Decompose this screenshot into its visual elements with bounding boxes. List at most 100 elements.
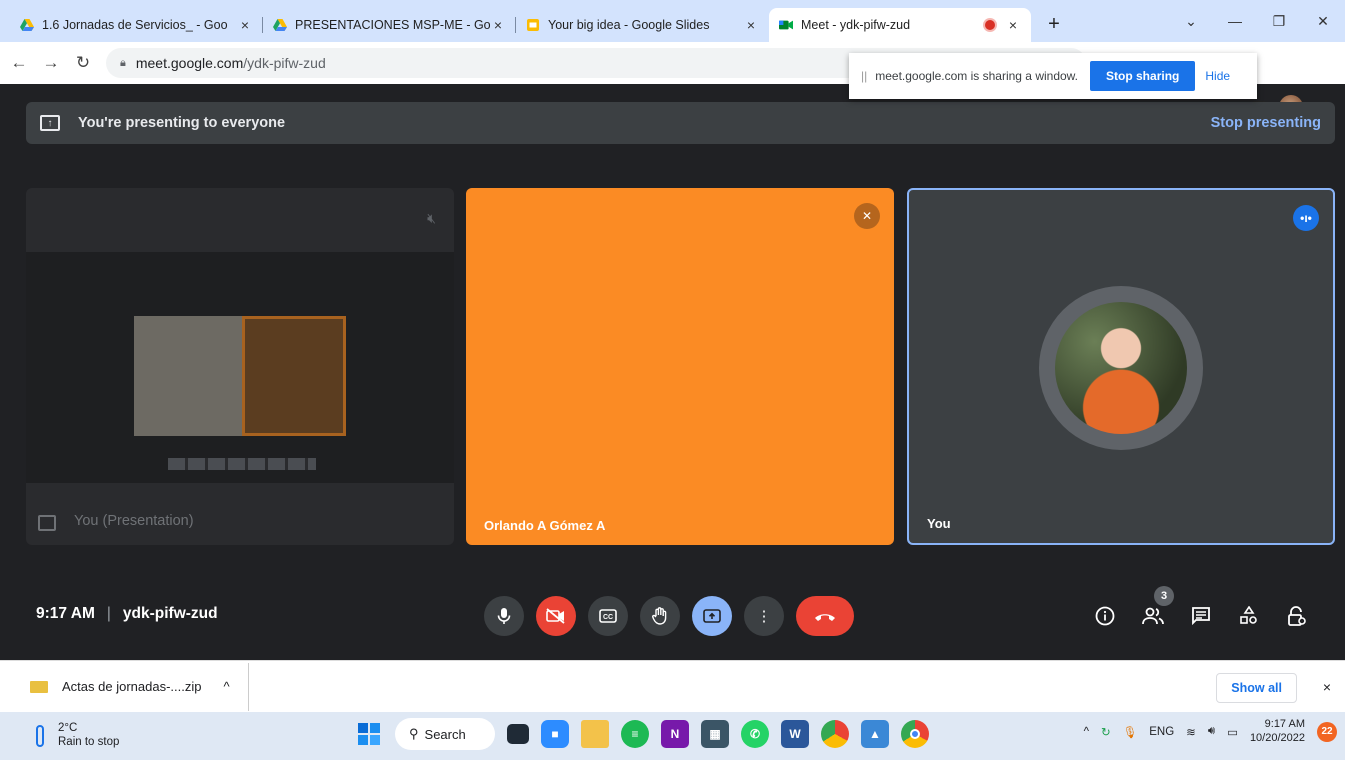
thermometer-icon — [36, 725, 44, 747]
meeting-info: 9:17 AM | ydk-pifw-zud — [36, 605, 218, 623]
spotify-icon[interactable]: ≡ — [621, 720, 649, 748]
downloads-bar: Actas de jornadas-....zip ^ Show all × — [0, 660, 1345, 712]
weather-widget[interactable]: 2°C Rain to stop — [36, 722, 119, 750]
tab-big-idea[interactable]: Your big idea - Google Slides × — [516, 8, 769, 42]
close-tab-icon[interactable]: × — [237, 17, 253, 33]
close-tab-icon[interactable]: × — [743, 17, 759, 33]
google-drive-icon — [273, 18, 287, 32]
battery-icon[interactable]: ▭ — [1227, 725, 1238, 739]
presentation-tile[interactable]: 🔇︎ You (Presentation) — [26, 188, 454, 545]
clock-time: 9:17 AM — [1264, 718, 1305, 730]
zip-file-icon — [30, 680, 48, 693]
presentation-icon — [38, 515, 56, 531]
participant-tile-you[interactable]: •ı• You — [907, 188, 1335, 545]
present-now-button[interactable] — [692, 596, 732, 636]
system-tray: ^ ↻ 🎙︎ ENG ≋ 🔊︎ ▭ 9:17 AM 10/20/2022 22 — [1084, 718, 1337, 746]
zoom-icon[interactable]: ■ — [541, 720, 569, 748]
close-downloads-icon[interactable]: × — [1323, 679, 1331, 695]
calculator-icon[interactable]: ▦ — [701, 720, 729, 748]
search-label: Search — [424, 726, 466, 742]
tab-meet[interactable]: Meet - ydk-pifw-zud × — [769, 8, 1031, 42]
whatsapp-icon[interactable]: ✆ — [741, 720, 769, 748]
divider — [247, 662, 249, 711]
meeting-time: 9:17 AM — [36, 605, 95, 622]
call-controls: CC ⋮ — [484, 596, 854, 636]
clock[interactable]: 9:17 AM 10/20/2022 — [1250, 718, 1305, 746]
reload-icon[interactable]: ↻ — [70, 50, 96, 76]
tab-jornadas[interactable]: 1.6 Jornadas de Servicios_ - Goo × — [10, 8, 263, 42]
chrome-profile-icon[interactable] — [821, 720, 849, 748]
sharing-text: meet.google.com is sharing a window. — [875, 69, 1079, 83]
mic-off-icon: ✕ — [854, 203, 880, 229]
tab-search-icon[interactable]: ⌄ — [1169, 0, 1213, 42]
restore-icon[interactable]: ❐ — [1257, 0, 1301, 42]
tab-title: Meet - ydk-pifw-zud — [801, 18, 911, 32]
meeting-side-controls: 3 — [1092, 586, 1310, 630]
volume-icon[interactable]: 🔊︎ — [1208, 725, 1215, 738]
wifi-icon[interactable]: ≋ — [1186, 725, 1196, 739]
lock-icon: 🔒︎ — [120, 56, 126, 69]
word-icon[interactable]: W — [781, 720, 809, 748]
camera-off-button[interactable] — [536, 596, 576, 636]
mic-off-icon: 🔇︎ — [427, 210, 436, 226]
show-all-button[interactable]: Show all — [1216, 673, 1297, 703]
activities-icon[interactable] — [1236, 602, 1262, 630]
tab-title: 1.6 Jornadas de Servicios_ - Goo — [42, 18, 228, 32]
tile-name: You (Presentation) — [74, 513, 194, 529]
end-call-button[interactable] — [796, 596, 854, 636]
forward-arrow-icon[interactable]: → — [38, 50, 64, 76]
separator: | — [106, 605, 111, 622]
microphone-in-use-icon[interactable]: 🎙︎ — [1123, 725, 1138, 739]
google-meet-icon — [779, 18, 793, 32]
chevron-up-icon[interactable]: ^ — [1084, 726, 1089, 738]
recording-indicator-icon — [985, 20, 995, 30]
task-view-icon[interactable] — [507, 724, 529, 744]
drag-handle-icon[interactable]: || — [861, 69, 867, 83]
photos-icon[interactable]: ▲ — [861, 720, 889, 748]
browser-tab-strip: 1.6 Jornadas de Servicios_ - Goo × PRESE… — [0, 0, 1345, 42]
meeting-details-icon[interactable] — [1092, 602, 1118, 630]
notification-badge[interactable]: 22 — [1317, 721, 1337, 742]
tile-name: Orlando A Gómez A — [484, 518, 606, 533]
more-options-button[interactable]: ⋮ — [744, 596, 784, 636]
new-tab-button[interactable]: + — [1039, 9, 1069, 39]
close-window-icon[interactable]: ✕ — [1301, 0, 1345, 42]
close-tab-icon[interactable]: × — [1005, 17, 1021, 33]
minimize-icon[interactable]: — — [1213, 0, 1257, 42]
tab-title: PRESENTACIONES MSP-ME - Goo — [295, 18, 490, 32]
slide-thumbnail — [134, 316, 242, 436]
onenote-icon[interactable]: N — [661, 720, 689, 748]
slide-thumbnail-panel — [242, 316, 346, 436]
sync-icon[interactable]: ↻ — [1101, 725, 1111, 739]
meeting-code: ydk-pifw-zud — [122, 605, 218, 622]
tab-presentaciones[interactable]: PRESENTACIONES MSP-ME - Goo × — [263, 8, 516, 42]
taskbar-search[interactable]: ⚲ Search — [395, 718, 495, 750]
file-explorer-icon[interactable] — [581, 720, 609, 748]
google-drive-icon — [20, 18, 34, 32]
stop-sharing-button[interactable]: Stop sharing — [1090, 61, 1196, 91]
avatar-ring — [1039, 286, 1203, 450]
download-filename[interactable]: Actas de jornadas-....zip — [62, 679, 201, 694]
chrome-icon[interactable] — [901, 720, 929, 748]
raise-hand-button[interactable] — [640, 596, 680, 636]
tab-title: Your big idea - Google Slides — [548, 18, 710, 32]
windows-start-icon[interactable] — [355, 720, 383, 748]
temperature: 2°C — [58, 722, 78, 735]
url-domain: meet.google.com — [135, 55, 244, 71]
stop-presenting-button[interactable]: Stop presenting — [1211, 115, 1321, 131]
speaking-indicator-icon: •ı• — [1293, 205, 1319, 231]
back-arrow-icon[interactable]: ← — [6, 50, 32, 76]
close-tab-icon[interactable]: × — [490, 17, 506, 33]
participant-tile-orlando[interactable]: ✕ Orlando A Gómez A — [466, 188, 894, 545]
people-icon[interactable]: 3 — [1140, 586, 1174, 630]
hide-button[interactable]: Hide — [1205, 69, 1230, 83]
microphone-button[interactable] — [484, 596, 524, 636]
language-indicator[interactable]: ENG — [1149, 726, 1174, 738]
clock-date: 10/20/2022 — [1249, 731, 1305, 744]
chevron-up-icon[interactable]: ^ — [223, 679, 229, 694]
chat-icon[interactable] — [1188, 602, 1214, 630]
windows-taskbar: 2°C Rain to stop ⚲ Search ■ ≡ N ▦ ✆ W ▲ ^… — [0, 712, 1345, 760]
host-controls-icon[interactable] — [1284, 602, 1310, 630]
tile-name: You — [927, 516, 951, 531]
captions-button[interactable]: CC — [588, 596, 628, 636]
